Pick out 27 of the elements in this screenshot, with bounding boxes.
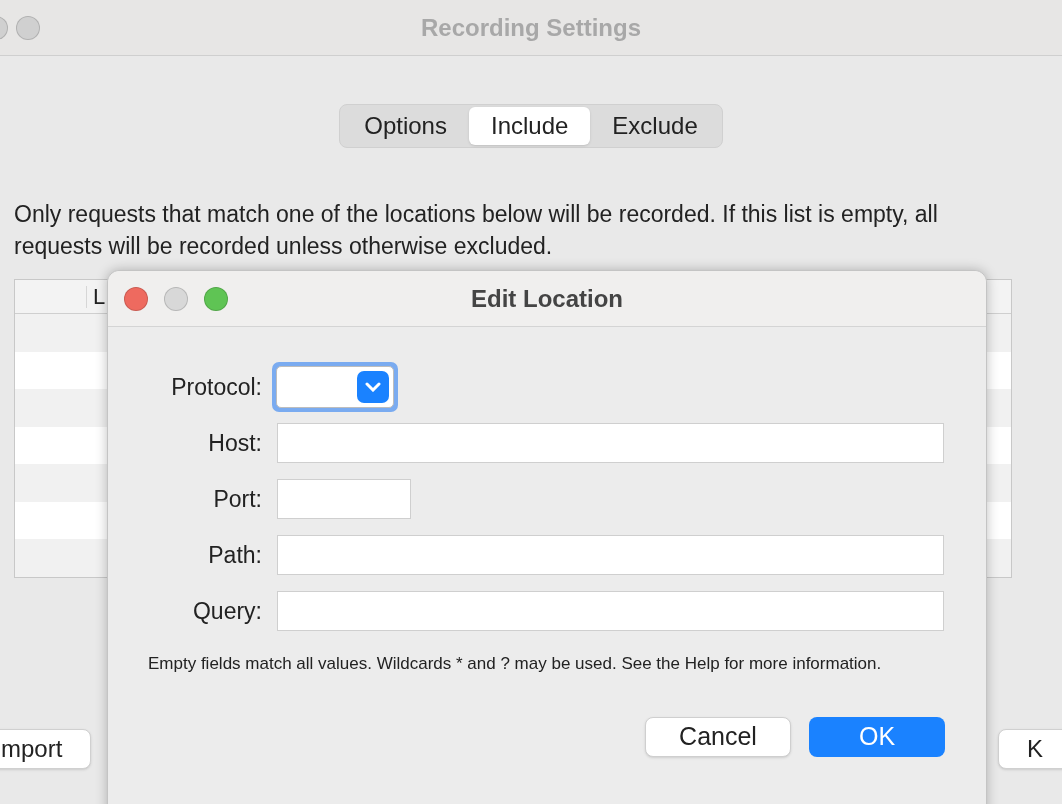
field-label: Query:: [191, 596, 262, 626]
tab[interactable]: Options: [342, 107, 469, 145]
close-icon[interactable]: [124, 286, 148, 311]
tab[interactable]: Exclude: [590, 107, 720, 145]
field-label: Host:: [207, 428, 262, 458]
background-button[interactable]: mport: [0, 729, 92, 769]
field-label: Path:: [207, 540, 262, 570]
background-button[interactable]: K: [998, 729, 1062, 769]
text-field[interactable]: [277, 423, 944, 463]
dialog-button[interactable]: OK: [809, 717, 945, 757]
column-header[interactable]: L: [93, 280, 106, 313]
dialog-title: Edit Location: [470, 283, 624, 314]
dialog-button[interactable]: Cancel: [645, 717, 791, 757]
text-field[interactable]: [277, 535, 944, 575]
text-field[interactable]: [277, 591, 944, 631]
window-title: Recording Settings: [420, 12, 642, 43]
window-control-icon[interactable]: [16, 15, 40, 40]
zoom-icon[interactable]: [204, 286, 228, 311]
protocol-select[interactable]: [272, 362, 398, 412]
field-label: Port:: [212, 484, 262, 514]
field-label: Protocol:: [170, 372, 262, 402]
description-text: Only requests that match one of the locations below will be recorded. If this list is empty, all requests will be recorded unless otherwise excluded.: [14, 200, 939, 261]
hint-text: Empty fields match all values. Wildcards * and ? may be used. See the Help for more information.: [148, 653, 883, 675]
port-field[interactable]: [277, 479, 411, 519]
chevron-down-icon: [357, 371, 389, 403]
minimize-icon[interactable]: [164, 286, 188, 311]
tab[interactable]: Include: [468, 107, 591, 145]
